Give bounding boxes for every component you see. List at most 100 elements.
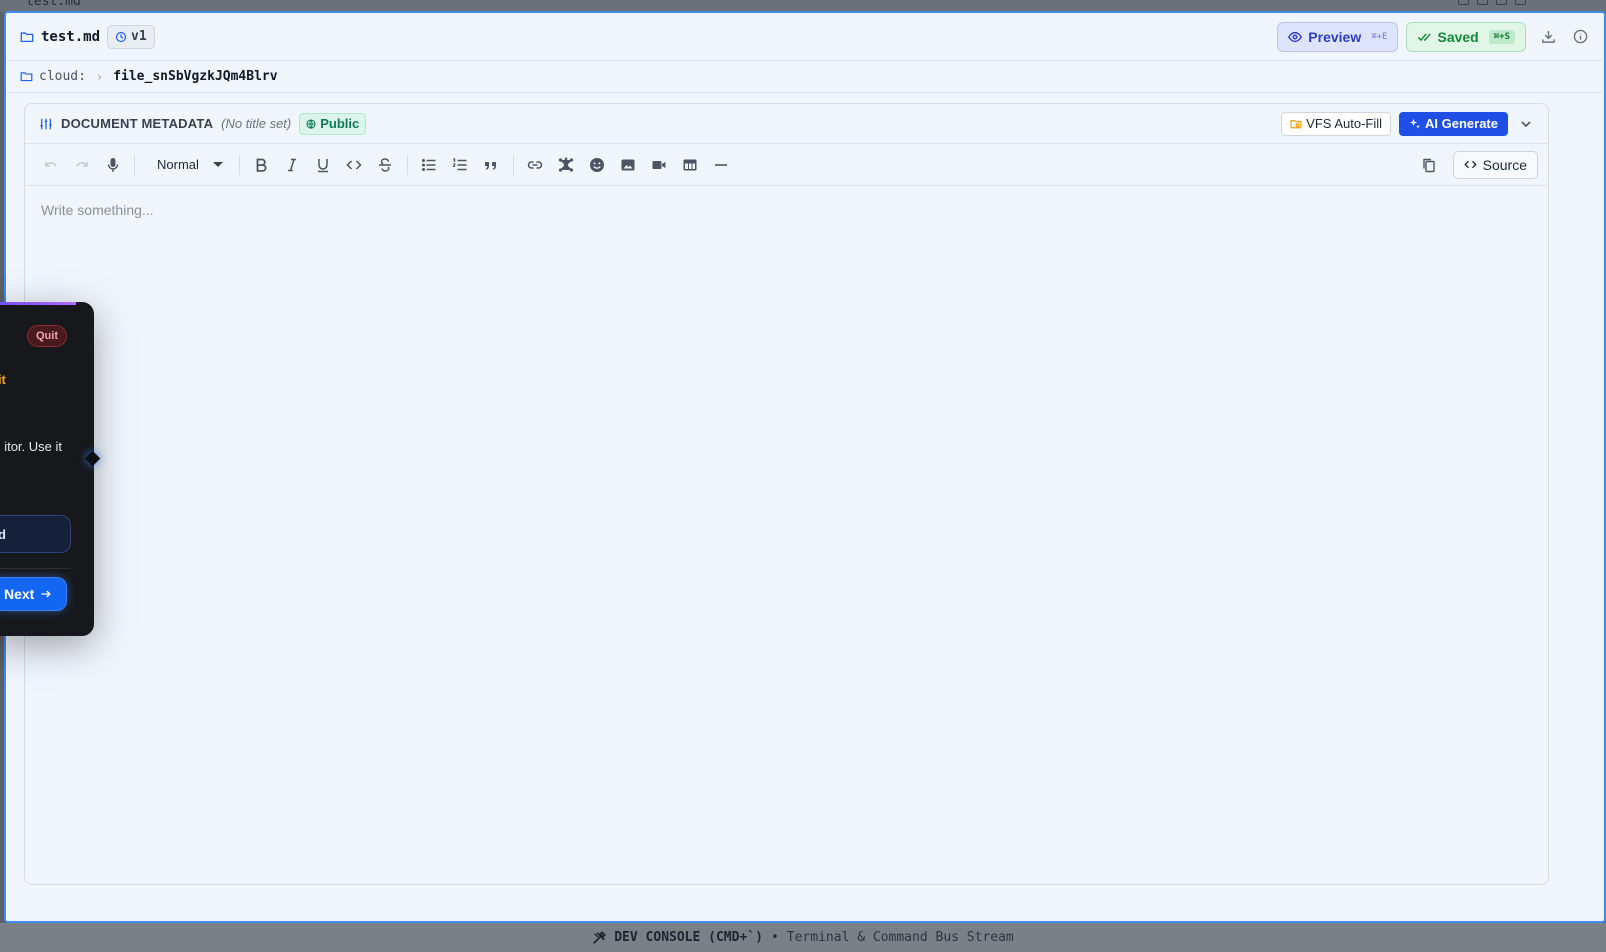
emoji-button[interactable]: [582, 151, 613, 179]
video-button[interactable]: [644, 151, 675, 179]
table-icon: [683, 159, 697, 170]
arrow-right-icon: [41, 590, 52, 598]
italic-button[interactable]: [277, 151, 308, 179]
link-button[interactable]: [520, 151, 551, 179]
source-label: Source: [1482, 156, 1527, 173]
tour-step-body: itor. Use it: [4, 439, 62, 454]
bold-button[interactable]: [246, 151, 277, 179]
link-icon: [528, 160, 543, 169]
editor-card: DOCUMENT METADATA (No title set) Public …: [24, 103, 1549, 885]
editor-content[interactable]: Write something...: [25, 186, 1548, 234]
layout-icon: [1477, 0, 1488, 5]
undo-icon: [44, 161, 57, 167]
preview-button[interactable]: Preview ⌘+E: [1277, 21, 1399, 52]
chevron-down-icon[interactable]: [1518, 116, 1534, 132]
quit-tour-button[interactable]: Quit: [27, 325, 67, 347]
info-icon: [1573, 29, 1587, 44]
toolbar-divider: [134, 154, 135, 175]
tour-next-button[interactable]: Next: [0, 578, 67, 610]
saved-button[interactable]: Saved ⌘+S: [1406, 21, 1526, 52]
file-header: test.md v1 Preview ⌘+E Saved ⌘+S: [6, 13, 1604, 61]
code-icon: [1463, 160, 1477, 169]
breadcrumb-root[interactable]: cloud:: [39, 69, 86, 84]
layout-icon: [1496, 0, 1507, 5]
globe-icon: [306, 118, 316, 129]
preview-shortcut: ⌘+E: [1371, 31, 1388, 42]
smiley-icon: [590, 157, 605, 172]
horizontal-rule-button[interactable]: [706, 151, 737, 179]
sliders-icon: [40, 118, 52, 129]
folder-search-icon: [1290, 119, 1302, 128]
tour-option-label: ed: [0, 526, 6, 542]
layout-icon: [1515, 0, 1526, 5]
breadcrumb-current: file_snSbVgzkJQm4Blrv: [113, 69, 278, 84]
vfs-autofill-label: VFS Auto-Fill: [1306, 116, 1383, 131]
ai-generate-label: AI Generate: [1425, 116, 1498, 131]
tour-step-title: dit: [0, 372, 6, 387]
strikethrough-icon: [379, 157, 392, 172]
sparkles-icon: [1409, 118, 1420, 128]
strikethrough-button[interactable]: [370, 151, 401, 179]
toolbar-divider: [238, 154, 240, 175]
table-button[interactable]: [675, 151, 706, 179]
vfs-autofill-button[interactable]: VFS Auto-Fill: [1281, 111, 1392, 136]
microphone-icon: [107, 157, 118, 172]
code-icon: [346, 159, 362, 170]
bullet-list-icon: [422, 158, 436, 171]
block-style-value: Normal: [157, 157, 199, 172]
blockquote-button[interactable]: [476, 151, 507, 179]
history-icon: [115, 31, 127, 42]
saved-label: Saved: [1437, 28, 1479, 45]
toolbar-divider: [512, 154, 514, 175]
numbered-list-icon: [453, 157, 467, 170]
copy-icon: [1423, 158, 1435, 172]
check-check-icon: [1418, 32, 1432, 41]
download-icon: [1541, 30, 1555, 43]
tools-icon: [593, 930, 607, 944]
metadata-no-title: (No title set): [221, 116, 292, 131]
bullet-list-button[interactable]: [414, 151, 445, 179]
version-label: v1: [131, 29, 147, 44]
file-name: test.md: [41, 28, 101, 45]
dev-console-bar[interactable]: DEV CONSOLE (CMD+`) • Terminal & Command…: [0, 923, 1606, 952]
version-badge[interactable]: v1: [107, 24, 155, 49]
breadcrumb-separator: ›: [95, 69, 104, 84]
tour-option-button[interactable]: ed: [0, 515, 71, 553]
layout-icon: [1458, 0, 1469, 5]
underline-button[interactable]: [308, 151, 339, 179]
copy-button[interactable]: [1414, 151, 1445, 179]
numbered-list-button[interactable]: [445, 151, 476, 179]
saved-shortcut: ⌘+S: [1488, 29, 1515, 44]
redo-button[interactable]: [66, 151, 97, 179]
tour-next-label: Next: [4, 586, 35, 602]
redo-icon: [75, 161, 88, 167]
ai-generate-button[interactable]: AI Generate: [1399, 111, 1508, 136]
background-tab-label: test.md: [26, 0, 81, 9]
tour-divider: [0, 568, 70, 569]
image-icon: [621, 159, 635, 170]
block-style-select[interactable]: Normal: [141, 151, 233, 179]
horizontal-rule-icon: [715, 163, 728, 166]
folder-icon: [20, 72, 33, 82]
visibility-badge[interactable]: Public: [299, 112, 367, 135]
folder-icon: [20, 31, 34, 42]
background-window-controls: [1458, 0, 1526, 5]
eye-icon: [1288, 31, 1303, 42]
italic-icon: [288, 158, 297, 171]
editor-placeholder: Write something...: [41, 202, 154, 218]
info-button[interactable]: [1570, 27, 1590, 47]
undo-button[interactable]: [35, 151, 66, 179]
dev-console-title: DEV CONSOLE (CMD+`): [614, 930, 763, 945]
document-metadata-bar[interactable]: DOCUMENT METADATA (No title set) Public …: [25, 104, 1548, 144]
bold-icon: [257, 158, 267, 172]
voice-input-button[interactable]: [97, 151, 128, 179]
diagram-button[interactable]: [551, 151, 582, 179]
download-button[interactable]: [1538, 27, 1558, 47]
quote-icon: [485, 161, 497, 170]
image-button[interactable]: [613, 151, 644, 179]
toolbar-divider: [406, 154, 408, 175]
visibility-label: Public: [320, 116, 360, 131]
inline-code-button[interactable]: [339, 151, 370, 179]
network-icon: [559, 157, 574, 172]
source-button[interactable]: Source: [1452, 150, 1538, 179]
